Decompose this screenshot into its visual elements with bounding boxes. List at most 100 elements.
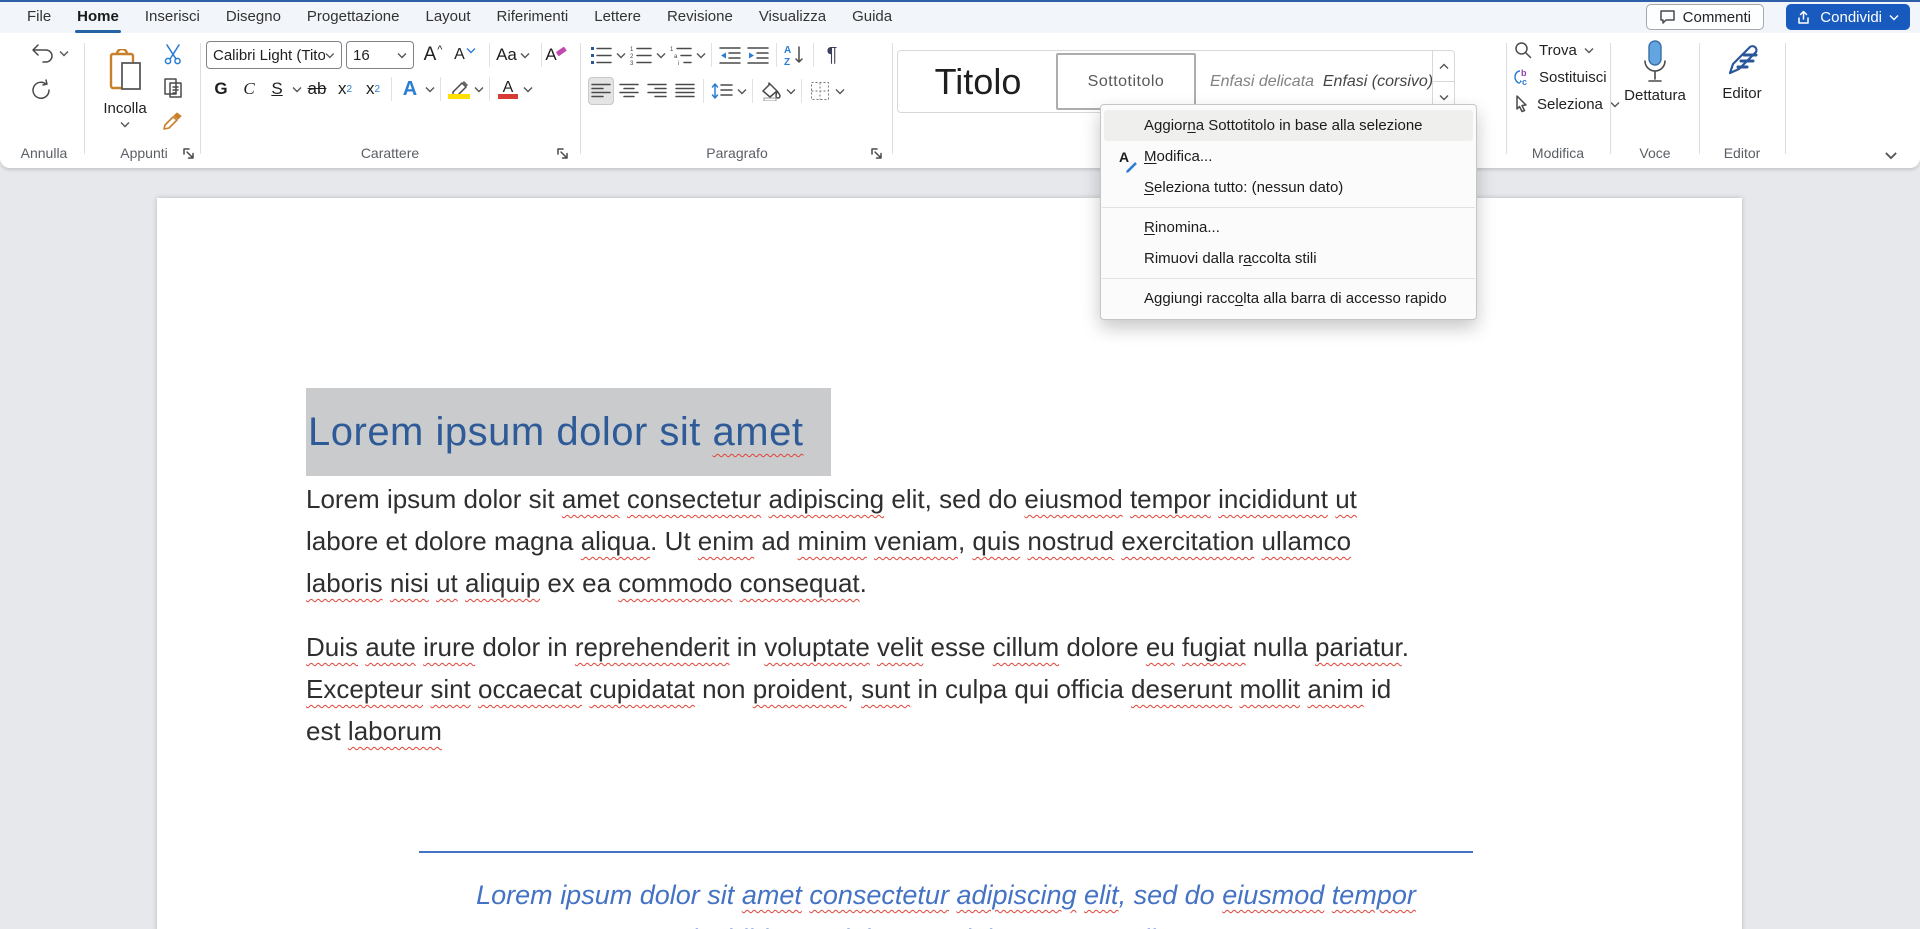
- font-color-button[interactable]: A: [495, 75, 521, 103]
- line-spacing-button[interactable]: [709, 77, 735, 105]
- replace-button[interactable]: bc Sostituisci: [1514, 68, 1607, 86]
- tab-disegno[interactable]: Disegno: [213, 0, 294, 33]
- align-right-icon: [647, 83, 667, 99]
- styles-gallery-scrollbar: [1432, 51, 1454, 112]
- menu-item[interactable]: Seleziona tutto: (nessun dato): [1104, 172, 1473, 203]
- show-formatting-button[interactable]: ¶: [819, 41, 845, 69]
- undo-button[interactable]: [30, 42, 69, 64]
- word: amet: [742, 880, 802, 910]
- styles-scroll-up-button[interactable]: [1433, 51, 1454, 82]
- text-effects-button[interactable]: A: [397, 75, 423, 103]
- clear-formatting-button[interactable]: A: [543, 41, 569, 69]
- select-button[interactable]: Seleziona: [1514, 95, 1620, 113]
- tab-riferimenti[interactable]: Riferimenti: [484, 0, 582, 33]
- word: in: [737, 632, 757, 662]
- word: Lorem: [476, 880, 553, 910]
- tab-visualizza[interactable]: Visualizza: [746, 0, 839, 33]
- subscript-button[interactable]: x2: [332, 75, 358, 103]
- menu-item[interactable]: AModifica...: [1104, 141, 1473, 172]
- numbered-list-button[interactable]: 123: [628, 41, 654, 69]
- chevron-down-icon[interactable]: [696, 52, 706, 59]
- redo-button[interactable]: [30, 79, 54, 103]
- chevron-down-icon[interactable]: [425, 86, 435, 93]
- font-name-value: Calibri Light (Titol: [213, 47, 325, 64]
- tab-guida[interactable]: Guida: [839, 0, 905, 33]
- dictate-button[interactable]: Dettatura: [1618, 39, 1692, 104]
- bullet-list-button[interactable]: [588, 41, 614, 69]
- chevron-down-icon[interactable]: [523, 86, 533, 93]
- align-center-button[interactable]: [616, 77, 642, 105]
- tab-inserisci[interactable]: Inserisci: [132, 0, 213, 33]
- increase-indent-button[interactable]: [745, 41, 771, 69]
- style-titolo[interactable]: Titolo: [908, 51, 1048, 112]
- separator: [489, 43, 490, 67]
- chevron-down-icon[interactable]: [616, 52, 626, 59]
- copy-button[interactable]: [160, 75, 186, 101]
- tab-lettere[interactable]: Lettere: [581, 0, 654, 33]
- menu-item[interactable]: Rimuovi dalla raccolta stili: [1104, 243, 1473, 274]
- change-case-glyph: Aa: [496, 45, 517, 65]
- sort-button[interactable]: AZ: [782, 41, 808, 69]
- bold-button[interactable]: G: [208, 75, 234, 103]
- collapse-ribbon-chevron-icon[interactable]: [1884, 151, 1898, 160]
- format-painter-button[interactable]: [160, 109, 186, 135]
- word: quis: [972, 526, 1020, 556]
- chevron-down-icon[interactable]: [474, 86, 484, 93]
- menu-item[interactable]: Aggiungi raccolta alla barra di accesso …: [1104, 283, 1473, 314]
- superscript-button[interactable]: x2: [360, 75, 386, 103]
- chevron-down-icon[interactable]: [786, 88, 796, 95]
- tab-progettazione[interactable]: Progettazione: [294, 0, 413, 33]
- highlight-color-button[interactable]: [446, 75, 472, 103]
- group-label-modifica: Modifica: [1510, 145, 1606, 161]
- tab-revisione[interactable]: Revisione: [654, 0, 746, 33]
- style-enfasi-delicata[interactable]: Enfasi delicata: [1204, 51, 1320, 112]
- chevron-down-icon[interactable]: [656, 52, 666, 59]
- strikethrough-button[interactable]: ab: [304, 75, 330, 103]
- tab-layout[interactable]: Layout: [413, 0, 484, 33]
- tab-file[interactable]: File: [14, 0, 64, 33]
- menu-item[interactable]: Aggiorna Sottotitolo in base alla selezi…: [1104, 110, 1473, 141]
- menu-item[interactable]: Rinomina...: [1104, 212, 1473, 243]
- share-button[interactable]: Condividi: [1786, 4, 1910, 30]
- align-left-button[interactable]: [588, 77, 614, 105]
- chevron-down-icon[interactable]: [292, 86, 302, 93]
- multilevel-list-button[interactable]: 1ai: [668, 41, 694, 69]
- comments-button[interactable]: Commenti: [1646, 4, 1764, 30]
- editor-button[interactable]: Editor: [1707, 41, 1777, 102]
- word: ipsum: [387, 484, 456, 514]
- change-case-button[interactable]: Aa: [492, 41, 534, 69]
- cut-button[interactable]: [160, 41, 186, 67]
- chevron-down-icon[interactable]: [835, 88, 845, 95]
- tab-home[interactable]: Home: [64, 0, 132, 33]
- dialog-launcher-icon[interactable]: [555, 146, 570, 161]
- increase-indent-icon: [747, 46, 769, 64]
- borders-button[interactable]: [807, 77, 833, 105]
- font-size-combobox[interactable]: 16: [346, 41, 414, 69]
- decrease-indent-button[interactable]: [717, 41, 743, 69]
- font-name-combobox[interactable]: Calibri Light (Titol: [206, 41, 342, 69]
- group-appunti: Incolla Appunti: [88, 33, 200, 168]
- italic-button[interactable]: C: [236, 75, 262, 103]
- word: elit: [891, 484, 924, 514]
- grow-font-button[interactable]: A^: [420, 41, 446, 69]
- underline-button[interactable]: S: [264, 75, 290, 103]
- ribbon: Annulla Incolla Appunti: [0, 33, 1920, 168]
- align-right-button[interactable]: [644, 77, 670, 105]
- justify-button[interactable]: [672, 77, 698, 105]
- style-sottotitolo[interactable]: Sottotitolo: [1056, 53, 1196, 110]
- dialog-launcher-icon[interactable]: [181, 146, 196, 161]
- style-enfasi-corsivo[interactable]: Enfasi (corsivo): [1322, 51, 1434, 112]
- menu-item-label: Modifica...: [1144, 148, 1212, 165]
- shrink-font-button[interactable]: A: [452, 41, 478, 69]
- shading-button[interactable]: [758, 77, 784, 105]
- align-center-icon: [619, 83, 639, 99]
- word: sit: [659, 410, 701, 454]
- chevron-down-icon[interactable]: [737, 88, 747, 95]
- paste-button[interactable]: Incolla: [96, 38, 154, 138]
- undo-icon: [30, 42, 54, 64]
- find-button[interactable]: Trova: [1514, 41, 1594, 59]
- word: mollit: [1239, 674, 1300, 704]
- format-painter-icon: [162, 111, 184, 133]
- dialog-launcher-icon[interactable]: [869, 146, 884, 161]
- word: laborum: [348, 716, 442, 746]
